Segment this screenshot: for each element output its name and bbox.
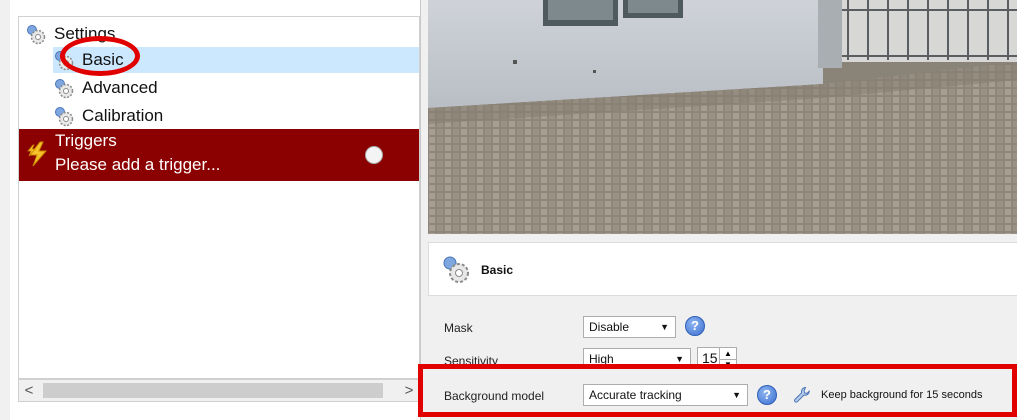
- mask-label: Mask: [444, 321, 473, 335]
- gear-icon: [55, 78, 74, 98]
- sensitivity-label: Sensitivity: [444, 354, 499, 364]
- scroll-thumb[interactable]: [43, 383, 383, 398]
- sensitivity-spinbox[interactable]: 15 ▲ ▼: [697, 347, 737, 364]
- basic-title: Basic: [481, 263, 514, 277]
- horizontal-scrollbar[interactable]: < >: [18, 379, 420, 402]
- tree-item-advanced[interactable]: Advanced: [53, 75, 158, 101]
- sensitivity-dropdown[interactable]: High ▼: [583, 348, 691, 364]
- triggers-message: Please add a trigger...: [55, 155, 221, 174]
- tree-item-triggers[interactable]: Triggers Please add a trigger...: [19, 129, 419, 181]
- mask-value: Disable: [589, 320, 630, 334]
- scroll-left-arrow[interactable]: <: [19, 380, 39, 401]
- camera-image: [428, 0, 1017, 234]
- tree-label-advanced: Advanced: [82, 78, 158, 97]
- tree-item-calibration[interactable]: Calibration: [53, 103, 163, 129]
- scroll-right-arrow[interactable]: >: [399, 380, 419, 401]
- tree-label-calibration: Calibration: [82, 106, 164, 125]
- gear-icon: [27, 24, 46, 44]
- mask-dropdown[interactable]: Disable ▼: [583, 316, 676, 338]
- help-icon[interactable]: ?: [685, 316, 705, 336]
- sensitivity-number: 15: [702, 350, 718, 364]
- spin-buttons: ▲ ▼: [719, 348, 736, 364]
- annotation-circle: [60, 36, 140, 76]
- triggers-title: Triggers: [55, 131, 117, 150]
- lightning-icon: [27, 141, 48, 167]
- sensitivity-value: High: [589, 352, 614, 364]
- chevron-down-icon: ▼: [660, 322, 669, 332]
- chevron-down-icon: ▼: [675, 354, 684, 364]
- gear-icon: [55, 106, 74, 126]
- sensitivity-row: Sensitivity High ▼ 15 ▲ ▼: [428, 344, 1017, 364]
- gear-icon: [443, 256, 469, 283]
- add-trigger-button[interactable]: [365, 146, 383, 164]
- camera-preview: [428, 0, 1017, 234]
- basic-header: Basic: [428, 242, 1017, 296]
- annotation-rectangle: [418, 364, 1017, 417]
- left-edge: [0, 0, 10, 420]
